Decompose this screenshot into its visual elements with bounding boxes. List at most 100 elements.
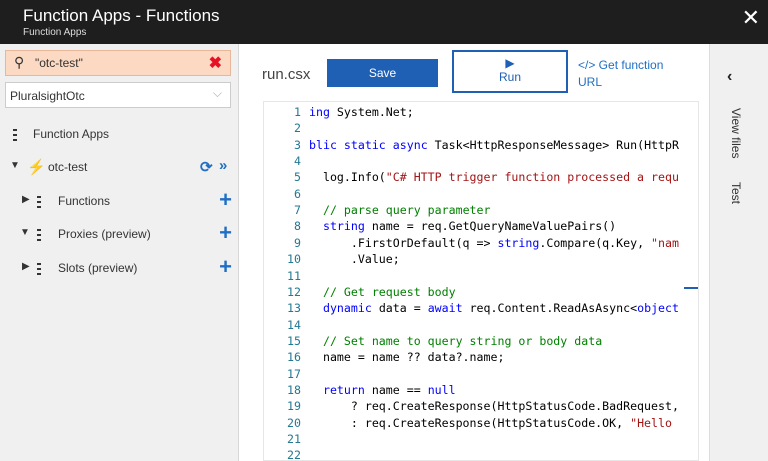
line-number: 2 (294, 121, 301, 136)
sidebar-item-proxies[interactable]: ▼ Proxies (preview) + (0, 221, 238, 247)
line-number: 16 (287, 350, 301, 365)
code-line: 10 .Value; (264, 252, 698, 268)
sidebar-item-slots[interactable]: ▶ Slots (preview) + (0, 255, 238, 281)
code-line: 13 dynamic data = await req.Content.Read… (264, 301, 698, 317)
run-button[interactable]: ▶ Run (452, 50, 568, 93)
code-text: string name = req.GetQueryNameValuePairs… (322, 219, 617, 234)
run-label: Run (498, 70, 521, 84)
code-line: 12 // Get request body (264, 284, 698, 301)
window-subtitle: Function Apps (23, 27, 87, 38)
code-text: : req.CreateResponse(HttpStatusCode.OK, … (309, 415, 679, 430)
file-name[interactable]: run.csx (262, 66, 310, 83)
sidebar-item-label: Function Apps (33, 127, 110, 141)
code-text: .FirstOrDefault(q => string.Compare(q.Ke… (309, 235, 679, 250)
code-line: 6 (264, 186, 698, 203)
code-text: // Set name to query string or body data (322, 333, 603, 348)
sidebar: ⚲ "otc-test" ✖ PluralsightOtc ⌵ Function… (0, 44, 239, 461)
code-line: 9 .FirstOrDefault(q => string.Compare(q.… (264, 235, 698, 252)
sidebar-item-label: Functions (58, 194, 111, 208)
close-icon[interactable]: ✕ (742, 5, 760, 31)
code-text: log.Info("C# HTTP trigger function proce… (309, 170, 679, 185)
code-line: 20 : req.CreateResponse(HttpStatusCode.O… (264, 415, 698, 432)
chevron-left-icon[interactable]: ‹ (727, 68, 732, 86)
save-button[interactable]: Save (327, 59, 438, 87)
line-number: 21 (287, 432, 301, 446)
line-number: 1 (294, 105, 301, 119)
caret-right-icon[interactable]: ▶ (22, 194, 30, 205)
line-number: 3 (294, 137, 301, 152)
code-line: 18 return name == null (264, 382, 698, 399)
main-panel: run.csx Save ▶ Run </> Get function URL … (239, 44, 709, 461)
sidebar-item-label: Slots (preview) (58, 261, 138, 275)
get-url-line2: URL (578, 75, 603, 89)
line-number: 7 (294, 203, 301, 218)
add-proxy-icon[interactable]: + (219, 222, 232, 244)
code-line: 7 // parse query parameter (264, 203, 698, 219)
sidebar-item-functions[interactable]: ▶ Functions + (0, 188, 238, 214)
list-icon (37, 196, 51, 208)
right-panel: ‹ View files Test (709, 44, 768, 461)
get-function-url-link[interactable]: </> Get function URL (578, 57, 698, 91)
caret-down-icon[interactable]: ▼ (20, 227, 30, 238)
list-icon (37, 263, 51, 275)
window-title: Function Apps - Functions (23, 6, 220, 25)
line-number: 5 (294, 170, 301, 185)
line-number: 15 (287, 333, 301, 348)
code-text: // Get request body (322, 284, 456, 299)
code-line: 19 ? req.CreateResponse(HttpStatusCode.B… (264, 399, 698, 415)
code-editor[interactable]: 1 ing System.Net; 2 3 blic static async Task… (263, 101, 699, 461)
chevron-down-icon: ⌵ (212, 86, 222, 100)
code-text: dynamic data = await req.Content.ReadAsA… (322, 301, 679, 316)
line-number: 4 (294, 154, 301, 169)
line-number: 13 (287, 301, 301, 316)
subscription-value: PluralsightOtc (10, 89, 85, 103)
test-tab[interactable]: Test (729, 182, 743, 204)
line-number: 14 (287, 317, 301, 332)
get-url-line1: </> Get function (578, 58, 664, 72)
line-number: 12 (287, 284, 301, 299)
code-line: 4 (264, 154, 698, 170)
play-icon: ▶ (505, 56, 515, 70)
line-number: 17 (287, 366, 301, 381)
code-text: ? req.CreateResponse(HttpStatusCode.BadR… (309, 399, 679, 414)
function-bolt-icon: ⚡ (27, 159, 46, 176)
caret-right-icon[interactable]: ▶ (22, 261, 30, 272)
code-line: 5 log.Info("C# HTTP trigger function pro… (264, 170, 698, 186)
search-icon: ⚲ (14, 54, 25, 70)
code-line: 3 blic static async Task<HttpResponseMess… (264, 137, 698, 154)
search-input[interactable]: ⚲ "otc-test" ✖ (5, 50, 231, 76)
code-line: 14 (264, 317, 698, 334)
search-value: "otc-test" (35, 56, 83, 70)
code-line: 15 // Set name to query string or body d… (264, 333, 698, 350)
line-number: 9 (294, 235, 301, 250)
code-line: 16 name = name ?? data?.name; (264, 350, 698, 366)
expand-icon[interactable]: » (219, 157, 227, 174)
add-function-icon[interactable]: + (219, 189, 232, 211)
view-files-tab[interactable]: View files (729, 108, 743, 158)
code-text: // parse query parameter (322, 203, 491, 218)
code-line: 1 ing System.Net; (264, 105, 698, 121)
line-number: 10 (287, 252, 301, 267)
code-line: 21 (264, 432, 698, 448)
refresh-icon[interactable]: ⟳ (200, 158, 213, 176)
code-text: .Value; (309, 252, 400, 267)
line-number: 8 (294, 219, 301, 234)
code-text: name = name ?? data?.name; (309, 350, 505, 365)
line-number: 19 (287, 399, 301, 414)
clear-search-icon[interactable]: ✖ (209, 53, 222, 73)
line-number: 22 (287, 448, 301, 461)
line-number: 6 (294, 186, 301, 201)
title-bar: Function Apps - Functions Function Apps … (0, 0, 768, 44)
code-line: 11 (264, 268, 698, 285)
list-icon (37, 229, 51, 241)
subscription-select[interactable]: PluralsightOtc ⌵ (5, 82, 231, 108)
line-number: 11 (287, 268, 301, 283)
code-line: 22 (264, 448, 698, 461)
sidebar-item-otc-test[interactable]: ▼ ⚡ otc-test ⟳ » (0, 154, 238, 180)
sidebar-item-function-apps[interactable]: Function Apps (0, 121, 238, 147)
line-number: 18 (287, 382, 301, 397)
caret-down-icon[interactable]: ▼ (10, 160, 20, 171)
list-icon (13, 129, 27, 141)
add-slot-icon[interactable]: + (219, 256, 232, 278)
code-line: 8 string name = req.GetQueryNameValuePai… (264, 219, 698, 235)
